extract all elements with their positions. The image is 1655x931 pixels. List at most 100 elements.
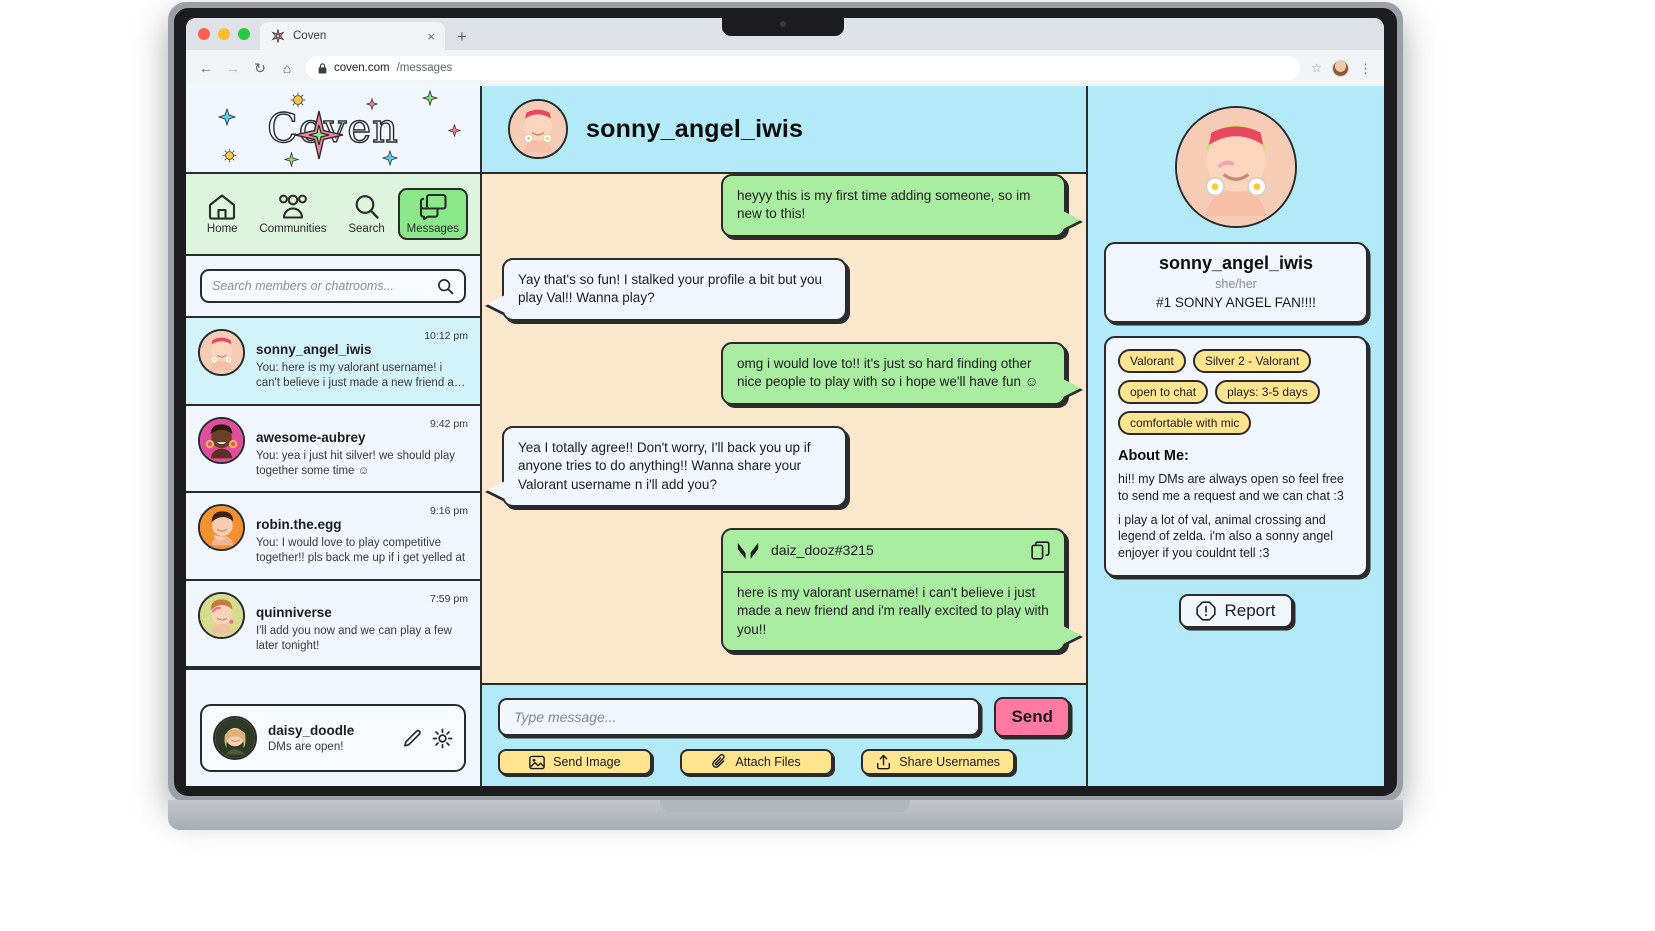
- conversation-body: 9:16 pm robin.the.egg You: I would love …: [256, 504, 468, 567]
- tag-chip-open-to-chat[interactable]: open to chat: [1118, 380, 1209, 404]
- profile-identity-card: sonny_angel_iwis she/her #1 SONNY ANGEL …: [1104, 242, 1368, 323]
- attach-files-button[interactable]: Attach Files: [679, 749, 834, 775]
- left-sidebar: Coven Home Communities Search Messages S…: [186, 86, 482, 786]
- browser-tab-coven[interactable]: Coven ×: [260, 22, 445, 50]
- url-path: /messages: [396, 62, 453, 74]
- nav-label-home: Home: [206, 223, 238, 235]
- conversation-item-aubrey[interactable]: 9:42 pm awesome-aubrey You: yea i just h…: [186, 406, 480, 494]
- message-bubble-username-card: daiz_dooz#3215 here is my valorant usern…: [721, 528, 1081, 652]
- nav-item-home[interactable]: Home: [198, 188, 247, 240]
- forward-icon[interactable]: →: [225, 60, 241, 76]
- browser-profile-avatar[interactable]: [1332, 59, 1349, 77]
- bubble-tail: [487, 294, 505, 313]
- message-bubble-outgoing: heyyy this is my first time adding someo…: [721, 174, 1081, 237]
- chat-panel: sonny_angel_iwis heyyy this is my first …: [482, 86, 1088, 786]
- username-card-message: here is my valorant username! i can't be…: [737, 584, 1049, 637]
- bubble-tail: [1063, 378, 1081, 397]
- browser-menu-icon[interactable]: ⋮: [1359, 62, 1372, 75]
- message-row: heyyy this is my first time adding someo…: [502, 174, 1081, 237]
- avatar: [198, 416, 245, 464]
- conversation-time: 10:12 pm: [424, 330, 468, 342]
- message-row: omg i would love to!! it's just so hard …: [502, 341, 1081, 405]
- sunburst-icon-2: [222, 148, 237, 163]
- tag-chip-rank[interactable]: Silver 2 - Valorant: [1192, 349, 1312, 373]
- maximize-window-button[interactable]: [238, 28, 250, 40]
- send-button[interactable]: Send: [994, 697, 1070, 737]
- message-input-wrapper[interactable]: [498, 698, 981, 736]
- app-logo[interactable]: Coven: [186, 86, 480, 174]
- current-user-section: daisy_doodle DMs are open!: [186, 690, 480, 786]
- webcam-icon: [780, 21, 786, 27]
- about-paragraph-2: i play a lot of val, animal crossing and…: [1118, 512, 1334, 561]
- new-tab-button[interactable]: +: [457, 27, 467, 47]
- paperclip-icon: [712, 754, 725, 768]
- minimize-window-button[interactable]: [218, 28, 230, 40]
- report-label: Report: [1224, 600, 1276, 620]
- conversation-time: 9:42 pm: [430, 417, 468, 430]
- share-upload-icon: [877, 754, 891, 770]
- search-box[interactable]: [200, 269, 466, 303]
- nav-item-search[interactable]: Search: [339, 188, 393, 240]
- close-window-button[interactable]: [198, 28, 210, 40]
- bookmark-star-icon[interactable]: ☆: [1311, 61, 1322, 75]
- home-icon[interactable]: ⌂: [279, 60, 295, 76]
- conversation-name: sonny_angel_iwis: [256, 342, 372, 357]
- share-usernames-button[interactable]: Share Usernames: [861, 749, 1016, 775]
- coven-app: Coven Home Communities Search Messages S…: [186, 86, 1384, 786]
- chat-header: sonny_angel_iwis: [482, 86, 1086, 174]
- chat-bubbles-icon: [419, 193, 447, 220]
- profile-name: sonny_angel_iwis: [1158, 253, 1314, 273]
- conversation-list-empty-space: [186, 668, 480, 671]
- message-text: Yea I totally agree!! Don't worry, I'll …: [518, 439, 811, 492]
- back-icon[interactable]: ←: [198, 60, 214, 76]
- current-user-card[interactable]: daisy_doodle DMs are open!: [200, 704, 466, 772]
- current-user-name: daisy_doodle: [268, 723, 355, 738]
- avatar[interactable]: [1175, 106, 1297, 228]
- conversation-time: 7:59 pm: [430, 592, 468, 605]
- search-input[interactable]: [212, 279, 431, 293]
- profile-info-card: Valorant Silver 2 - Valorant open to cha…: [1104, 336, 1368, 577]
- avatar: [198, 504, 245, 552]
- people-group-icon: [279, 194, 307, 219]
- gear-icon[interactable]: [432, 728, 453, 749]
- conversation-item-quinn[interactable]: 7:59 pm quinniverse I'll add you now and…: [186, 581, 480, 669]
- message-text: heyyy this is my first time adding someo…: [737, 188, 1031, 222]
- star-sparkle-icon: [271, 29, 285, 43]
- conversation-preview: You: here is my valorant username! i can…: [256, 362, 467, 390]
- home-icon: [209, 194, 236, 220]
- alert-octagon-icon: [1196, 601, 1217, 621]
- avatar: [213, 716, 257, 760]
- laptop-mockup: Coven × + ← → ↻ ⌂ coven.com/messages ☆ ⋮…: [0, 0, 1655, 931]
- sidebar-search-section: [186, 256, 480, 318]
- address-bar[interactable]: coven.com/messages: [306, 56, 1301, 80]
- bubble-tail: [487, 481, 505, 500]
- search-icon[interactable]: [437, 278, 454, 295]
- nav-item-messages[interactable]: Messages: [397, 188, 469, 240]
- tag-chip-valorant[interactable]: Valorant: [1118, 349, 1186, 373]
- reload-icon[interactable]: ↻: [252, 60, 268, 77]
- app-logo-text: Coven: [266, 105, 399, 152]
- report-button[interactable]: Report: [1179, 593, 1293, 628]
- conversation-name: quinniverse: [256, 604, 332, 620]
- url-host: coven.com: [334, 62, 390, 74]
- close-icon[interactable]: ×: [427, 30, 435, 43]
- profile-panel: sonny_angel_iwis she/her #1 SONNY ANGEL …: [1088, 86, 1384, 786]
- conversation-time: 9:16 pm: [430, 505, 468, 518]
- tag-chip-mic[interactable]: comfortable with mic: [1118, 411, 1252, 435]
- nav-label-communities: Communities: [259, 223, 327, 235]
- attach-files-label: Attach Files: [735, 755, 801, 769]
- copy-icon[interactable]: [1031, 541, 1050, 561]
- send-image-button[interactable]: Send Image: [498, 749, 652, 775]
- message-input[interactable]: [514, 709, 965, 725]
- cross-sparkle-icon: [422, 90, 438, 106]
- main-navigation: Home Communities Search Messages: [186, 174, 480, 256]
- pencil-icon[interactable]: [402, 728, 423, 749]
- conversation-item-sonny[interactable]: 10:12 pm sonny_angel_iwis You: here is m…: [186, 318, 480, 406]
- image-icon: [529, 755, 545, 769]
- conversation-item-robin[interactable]: 9:16 pm robin.the.egg You: I would love …: [186, 493, 480, 581]
- window-controls: [196, 18, 260, 50]
- avatar[interactable]: [508, 99, 568, 159]
- conversation-preview: You: I would love to play competitive to…: [256, 537, 466, 565]
- nav-item-communities[interactable]: Communities: [250, 188, 335, 240]
- tag-chip-plays[interactable]: plays: 3-5 days: [1215, 380, 1320, 404]
